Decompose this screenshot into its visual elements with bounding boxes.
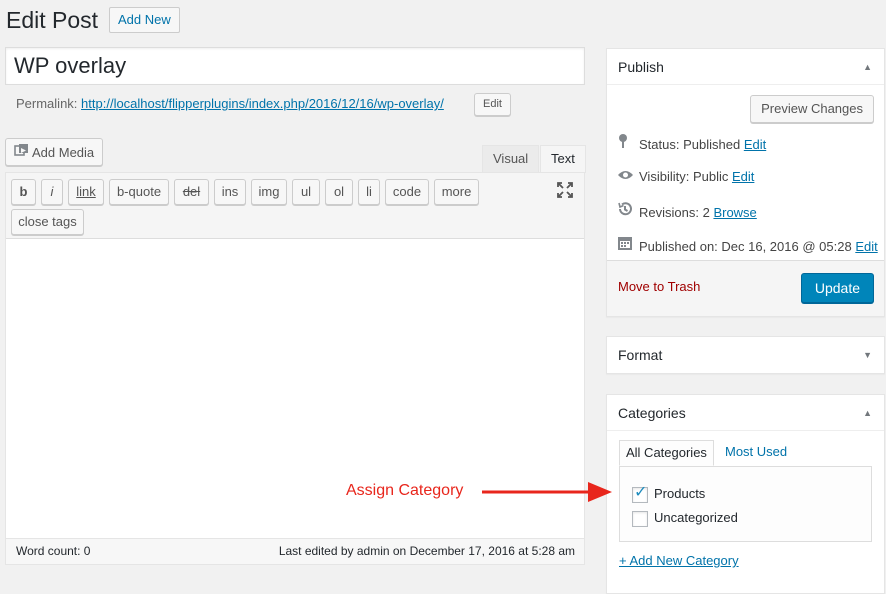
tab-all-categories[interactable]: All Categories: [619, 440, 714, 466]
tab-text[interactable]: Text: [540, 145, 586, 173]
qt-link-button[interactable]: link: [68, 179, 104, 205]
eye-icon: [617, 167, 639, 187]
permalink: Permalink: http://localhost/flipperplugi…: [16, 94, 444, 114]
format-heading: Format: [618, 347, 663, 363]
media-icon: [14, 139, 32, 165]
last-edited: Last edited by admin on December 17, 201…: [278, 544, 575, 558]
qt-li-button[interactable]: li: [358, 179, 380, 205]
post-published-on: Published on: Dec 16, 2016 @ 05:28 Edit: [617, 235, 878, 257]
qt-more-button[interactable]: more: [434, 179, 479, 205]
page-title: Edit Post: [6, 7, 99, 33]
status-edit-link[interactable]: Edit: [744, 137, 766, 152]
collapse-arrow-up-icon[interactable]: ▲: [863, 395, 872, 431]
expand-arrow-down-icon[interactable]: ▼: [863, 337, 872, 373]
history-icon: [617, 201, 639, 223]
permalink-url-link[interactable]: http://localhost/flipperplugins/index.ph…: [81, 96, 444, 111]
published-on-label: Published on: Dec 16, 2016 @ 05:28: [639, 239, 852, 254]
publish-header[interactable]: Publish ▲: [607, 49, 884, 85]
publish-box: Publish ▲ Preview Changes Status: Publis…: [606, 48, 885, 317]
category-label: Uncategorized: [654, 510, 738, 525]
publish-heading: Publish: [618, 59, 664, 75]
fullscreen-icon[interactable]: [556, 181, 576, 201]
editor-statusbar: Word count: 0 Last edited by admin on De…: [6, 538, 584, 564]
post-title-input[interactable]: WP overlay: [5, 47, 585, 85]
visibility-edit-link[interactable]: Edit: [732, 169, 754, 184]
categories-box: Categories ▲ All Categories Most Used ✓ P…: [606, 394, 885, 594]
qt-italic-button[interactable]: i: [41, 179, 63, 205]
visibility-label: Visibility: Public: [639, 169, 729, 184]
calendar-icon: [617, 235, 639, 257]
post-visibility: Visibility: Public Edit: [617, 167, 754, 187]
word-count: Word count: 0: [16, 544, 91, 558]
qt-bold-button[interactable]: b: [11, 179, 36, 205]
qt-close-tags-button[interactable]: close tags: [11, 209, 84, 235]
revisions-browse-link[interactable]: Browse: [713, 205, 756, 220]
category-item-uncategorized[interactable]: Uncategorized: [632, 509, 738, 527]
preview-changes-button[interactable]: Preview Changes: [750, 95, 874, 123]
qt-del-button[interactable]: del: [174, 179, 209, 205]
products-checkbox[interactable]: ✓: [632, 483, 648, 503]
permalink-edit-button[interactable]: Edit: [474, 93, 511, 116]
revisions-label: Revisions: 2: [639, 205, 710, 220]
update-button[interactable]: Update: [800, 273, 874, 303]
categories-heading: Categories: [618, 405, 686, 421]
checkmark-icon: ✓: [634, 483, 648, 501]
quicktags-toolbar: b i link b-quote del ins img ul ol li co…: [6, 173, 584, 239]
format-header[interactable]: Format ▼: [607, 337, 884, 373]
add-new-category-link[interactable]: + Add New Category: [619, 553, 739, 568]
permalink-label: Permalink:: [16, 96, 78, 111]
qt-ul-button[interactable]: ul: [292, 179, 320, 205]
published-on-edit-link[interactable]: Edit: [855, 239, 877, 254]
qt-ins-button[interactable]: ins: [214, 179, 246, 205]
qt-blockquote-button[interactable]: b-quote: [109, 179, 169, 205]
category-checklist: ✓ Products Uncategorized: [619, 466, 872, 542]
add-new-button[interactable]: Add New: [109, 7, 180, 33]
status-label: Status: Published: [639, 137, 741, 152]
annotation-label: Assign Category: [346, 482, 464, 499]
collapse-arrow-up-icon[interactable]: ▲: [863, 49, 872, 85]
annotation-arrow-icon: [482, 482, 612, 502]
pin-icon: [617, 133, 639, 155]
post-revisions: Revisions: 2 Browse: [617, 201, 757, 223]
format-box: Format ▼: [606, 336, 885, 374]
tab-visual[interactable]: Visual: [482, 145, 540, 173]
tab-most-used[interactable]: Most Used: [719, 440, 793, 466]
uncategorized-checkbox[interactable]: [632, 510, 648, 527]
add-media-button[interactable]: Add Media: [5, 138, 104, 166]
qt-code-button[interactable]: code: [385, 179, 429, 205]
qt-img-button[interactable]: img: [251, 179, 287, 205]
qt-ol-button[interactable]: ol: [325, 179, 353, 205]
categories-header[interactable]: Categories ▲: [607, 395, 884, 431]
post-status: Status: Published Edit: [617, 133, 766, 155]
publish-actions: Move to Trash Update: [607, 260, 884, 316]
category-label: Products: [654, 486, 706, 501]
add-media-label: Add Media: [32, 145, 95, 160]
category-item-products[interactable]: ✓ Products: [632, 483, 706, 503]
move-to-trash-link[interactable]: Move to Trash: [618, 279, 700, 294]
